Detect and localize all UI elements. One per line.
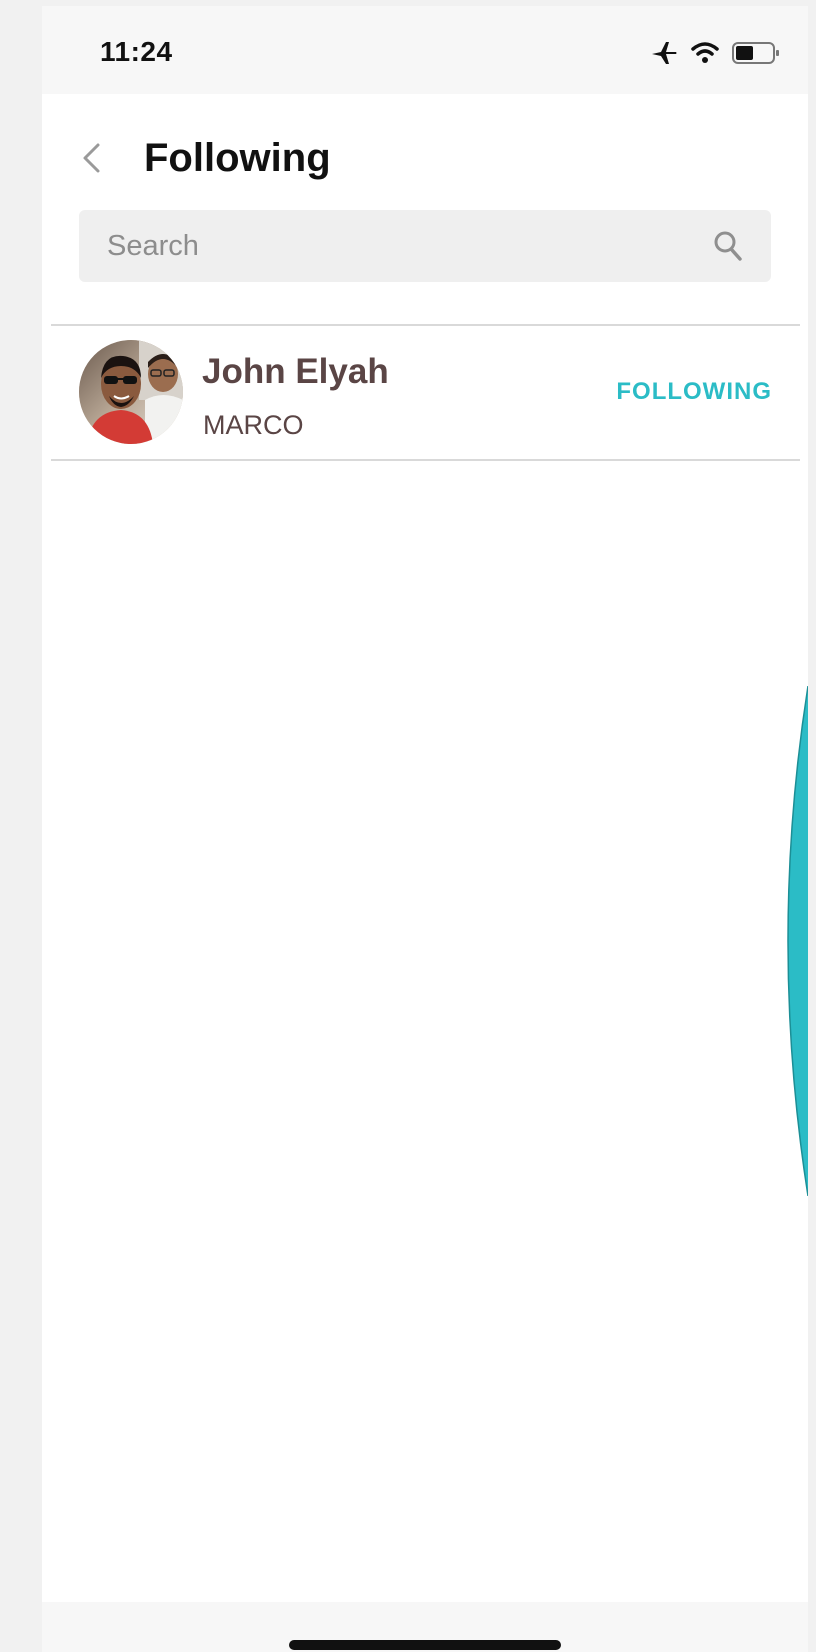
- home-indicator[interactable]: [289, 1640, 561, 1650]
- user-name: John Elyah: [202, 352, 389, 391]
- status-icons: [650, 40, 780, 66]
- back-button[interactable]: [74, 140, 108, 180]
- status-time: 11:24: [100, 36, 173, 67]
- user-handle: MARCO: [203, 410, 304, 440]
- status-bar: 11:24: [42, 6, 808, 94]
- search-input[interactable]: [79, 210, 699, 282]
- battery-icon: [732, 41, 780, 65]
- search-icon[interactable]: [713, 230, 743, 262]
- page-title: Following: [144, 136, 331, 180]
- avatar[interactable]: [79, 340, 183, 444]
- list-item[interactable]: John Elyah MARCO FOLLOWING: [42, 326, 808, 459]
- divider: [51, 459, 800, 461]
- wifi-icon: [690, 41, 720, 65]
- following-button[interactable]: FOLLOWING: [616, 378, 772, 406]
- header: Following: [42, 106, 808, 216]
- bottom-safe-area: [42, 1602, 808, 1652]
- search-box: [79, 210, 771, 282]
- side-drawer-handle[interactable]: [778, 685, 808, 1197]
- airplane-icon: [650, 40, 678, 66]
- phone-screen: 11:24 Following Search John Elyah MARCO …: [42, 6, 808, 1652]
- chevron-left-icon: [80, 142, 102, 179]
